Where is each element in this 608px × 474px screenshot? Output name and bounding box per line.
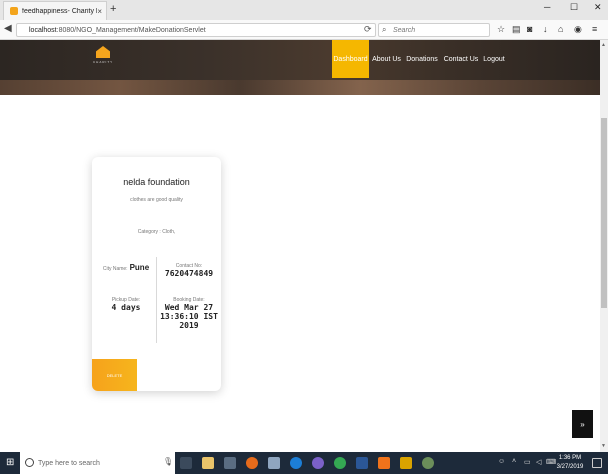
city-label: City Name: — [102, 266, 128, 272]
clock-time: 1:36 PM — [558, 455, 582, 461]
donation-category: Category : Cloth, — [92, 229, 221, 235]
cortana-icon — [25, 458, 34, 467]
site-logo[interactable]: CHARITY — [93, 46, 113, 68]
new-tab-button[interactable]: + — [110, 3, 116, 15]
nav-dashboard[interactable]: Dashboard — [332, 40, 369, 78]
edge-icon[interactable] — [290, 457, 302, 469]
logo-text: CHARITY — [93, 60, 114, 64]
reload-icon[interactable]: ⟳ — [364, 24, 372, 35]
minimize-button[interactable]: ─ — [544, 2, 550, 12]
app-icon-3[interactable] — [422, 457, 434, 469]
url-bar[interactable]: localhost:8080/NGO_Management/MakeDonati… — [16, 23, 376, 37]
tray-arrow-icon[interactable]: ˄ — [512, 458, 516, 465]
notification-icon[interactable] — [592, 458, 602, 468]
firefox-icon[interactable] — [246, 457, 258, 469]
delete-button[interactable]: DELETE — [92, 359, 137, 391]
tab-close-icon[interactable]: × — [97, 7, 102, 16]
volume-icon[interactable]: ◁ — [536, 458, 541, 466]
nav-logout[interactable]: Logout — [482, 40, 506, 78]
scroll-up-arrow-icon[interactable]: ▲ — [601, 42, 606, 48]
maximize-button[interactable]: ☐ — [570, 2, 578, 13]
app-icon-2[interactable] — [400, 457, 412, 469]
taskbar-search-placeholder: Type here to search — [38, 459, 100, 467]
category-value: Cloth, — [162, 229, 176, 235]
clock-date: 3/27/2019 — [556, 464, 584, 470]
house-icon — [96, 46, 110, 58]
bookmark-star-icon[interactable]: ☆ — [497, 24, 505, 35]
donation-card: nelda foundation clothes are good qualit… — [92, 157, 221, 391]
extension-icon[interactable]: ◉ — [574, 24, 582, 35]
city-value: Pune — [129, 263, 150, 272]
close-window-button[interactable]: ✕ — [594, 2, 602, 13]
language-icon[interactable]: ⌨ — [546, 458, 556, 466]
chrome-icon[interactable] — [334, 457, 346, 469]
network-icon[interactable]: ▭ — [524, 458, 531, 466]
scroll-down-arrow-icon[interactable]: ▼ — [601, 443, 606, 449]
windows-start-icon[interactable]: ⊞ — [6, 457, 14, 468]
pickup-value: 4 days — [111, 303, 141, 312]
word-icon[interactable] — [356, 457, 368, 469]
pickup-field: Pickup Date: 4 days — [98, 297, 154, 312]
nav-donations[interactable]: Donations — [405, 40, 439, 78]
search-icon: ⌕ — [382, 25, 387, 34]
browser-tab-bar: feedhappiness- Charity H... × + ─ ☐ ✕ — [0, 0, 608, 20]
back-arrow-icon[interactable]: ◀ — [4, 23, 12, 34]
people-icon[interactable]: ☺ — [498, 458, 505, 465]
nav-contact-us[interactable]: Contact Us — [443, 40, 479, 78]
city-field: City Name: Pune — [98, 263, 154, 272]
pocket-icon[interactable]: ◙ — [527, 24, 532, 34]
booking-value: Wed Mar 27 13:36:10 IST 2019 — [160, 303, 218, 330]
banner-photo-strip — [0, 80, 600, 95]
tab-title: feedhappiness- Charity H... — [22, 7, 97, 15]
reading-list-icon[interactable]: ▤ — [512, 24, 521, 35]
back-to-top-button[interactable]: » — [572, 410, 593, 438]
file-explorer-icon[interactable] — [202, 457, 214, 469]
browser-search-input[interactable]: ⌕ Search — [378, 23, 490, 37]
donation-title: nelda foundation — [123, 177, 190, 187]
home-icon[interactable]: ⌂ — [558, 24, 563, 34]
nav-about-us[interactable]: About Us — [371, 40, 402, 78]
browser-search-placeholder: Search — [393, 26, 416, 34]
url-host: localhost — [29, 26, 57, 34]
microphone-icon[interactable]: 🎙 — [163, 457, 173, 466]
browser-tab[interactable]: feedhappiness- Charity H... × — [3, 1, 107, 20]
page-scrollbar[interactable]: ▲ ▼ — [600, 40, 608, 452]
url-path: :8080/NGO_Management/MakeDonationServlet — [56, 26, 206, 34]
site-favicon-icon — [10, 7, 18, 15]
app-icon[interactable] — [312, 457, 324, 469]
menu-icon[interactable]: ≡ — [592, 24, 597, 34]
site-header-banner — [0, 40, 600, 95]
taskbar-search-input[interactable]: Type here to search 🎙 — [20, 452, 175, 474]
scrollbar-thumb[interactable] — [601, 118, 607, 308]
category-label: Category : — [137, 229, 161, 235]
booking-field: Booking Date: Wed Mar 27 13:36:10 IST 20… — [158, 297, 220, 330]
contact-field: Contact No: 7620474849 — [158, 263, 220, 278]
xampp-icon[interactable] — [378, 457, 390, 469]
download-icon[interactable]: ↓ — [543, 24, 548, 34]
donation-description: clothes are good quality — [130, 197, 183, 203]
taskbar-clock[interactable]: 1:36 PM 3/27/2019 — [556, 454, 584, 472]
contact-value: 7620474849 — [164, 269, 214, 278]
browser-nav-bar: ◀ localhost:8080/NGO_Management/MakeDona… — [0, 20, 608, 40]
mail-icon[interactable] — [268, 457, 280, 469]
store-icon[interactable] — [224, 457, 236, 469]
windows-taskbar: ⊞ Type here to search 🎙 ☺ ˄ ▭ ◁ ⌨ 1:36 P… — [0, 452, 608, 474]
task-view-icon[interactable] — [180, 457, 192, 469]
card-divider — [156, 257, 157, 343]
